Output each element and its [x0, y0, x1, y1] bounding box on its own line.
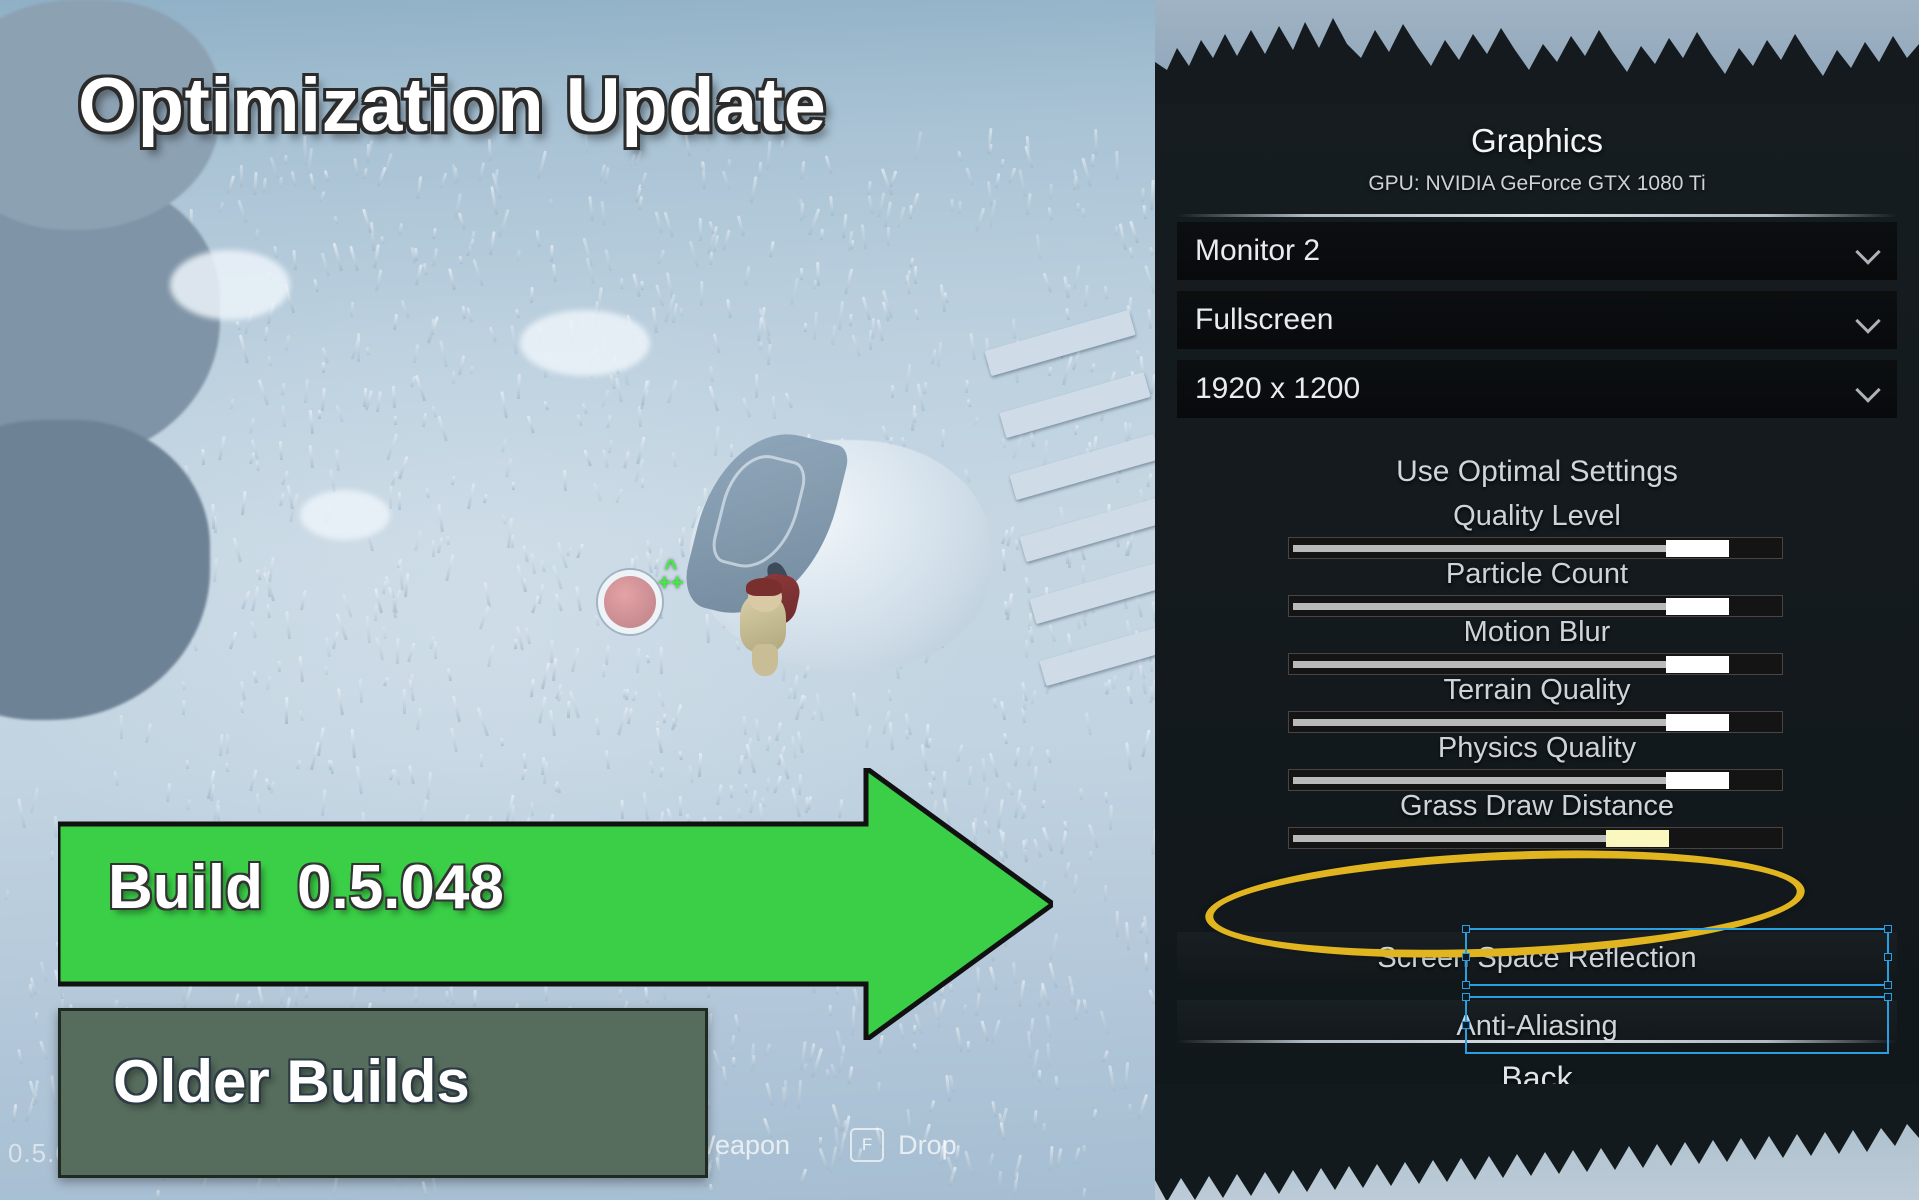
- chevron-down-icon: [1857, 378, 1879, 400]
- slider-label: Grass Draw Distance: [1400, 790, 1674, 822]
- graphics-settings-panel: Graphics GPU: NVIDIA GeForce GTX 1080 Ti…: [1155, 0, 1919, 1200]
- slider-fill: [1293, 603, 1666, 610]
- slider-fill: [1293, 661, 1666, 668]
- snow-patch: [170, 250, 290, 320]
- toggle-anti-aliasing[interactable]: Anti-Aliasing: [1177, 1000, 1897, 1052]
- slider-handle[interactable]: [1665, 714, 1729, 731]
- older-builds-label: Older Builds: [113, 1048, 470, 1115]
- build-number: 0.5.048: [296, 853, 504, 922]
- gpu-info: GPU: NVIDIA GeForce GTX 1080 Ti: [1368, 172, 1706, 195]
- build-label: Build 0.5.048: [108, 852, 504, 923]
- build-word: Build: [108, 853, 263, 922]
- slider-label: Quality Level: [1453, 500, 1621, 532]
- chevron-down-icon: [1857, 240, 1879, 262]
- slider-physics-quality[interactable]: Physics Quality: [1155, 732, 1919, 791]
- older-builds-button[interactable]: Older Builds: [58, 1008, 708, 1178]
- slider-quality-level[interactable]: Quality Level: [1155, 500, 1919, 559]
- slider-fill: [1293, 835, 1607, 842]
- dropdown-resolution-value: 1920 x 1200: [1195, 372, 1361, 405]
- slider-track[interactable]: [1288, 769, 1783, 791]
- slider-handle[interactable]: [1665, 772, 1729, 789]
- slider-label: Particle Count: [1445, 558, 1629, 590]
- slider-track[interactable]: [1288, 595, 1783, 617]
- slider-track[interactable]: [1288, 537, 1783, 559]
- divider-top: [1177, 214, 1897, 217]
- slider-fill: [1293, 719, 1666, 726]
- snow-patch: [300, 490, 390, 540]
- character-leg: [752, 644, 778, 676]
- snow-patch: [520, 310, 650, 376]
- page-title: Optimization Update: [78, 63, 827, 148]
- toggle-label: Anti-Aliasing: [1456, 1009, 1618, 1042]
- slider-handle[interactable]: [1665, 656, 1729, 673]
- dropdown-window-mode[interactable]: Fullscreen: [1177, 291, 1897, 349]
- slider-handle[interactable]: [1665, 540, 1729, 557]
- slider-label: Physics Quality: [1437, 732, 1637, 764]
- hud-hints: Weapon F Drop: [690, 1128, 957, 1162]
- slider-handle[interactable]: [1665, 598, 1729, 615]
- slider-grass-draw-distance[interactable]: Grass Draw Distance: [1155, 790, 1919, 849]
- slider-motion-blur[interactable]: Motion Blur: [1155, 616, 1919, 675]
- slider-label: Motion Blur: [1463, 616, 1611, 648]
- dropdown-window-mode-value: Fullscreen: [1195, 303, 1334, 336]
- character-hair: [746, 578, 782, 596]
- key-icon-f: F: [850, 1128, 885, 1162]
- slider-particle-count[interactable]: Particle Count: [1155, 558, 1919, 617]
- build-arrow-banner: Build 0.5.048: [58, 768, 1053, 1040]
- player-character: [726, 559, 803, 680]
- back-button[interactable]: Back: [1155, 1060, 1919, 1097]
- divider-bottom: [1177, 1040, 1897, 1043]
- dropdown-resolution[interactable]: 1920 x 1200: [1177, 360, 1897, 418]
- slider-terrain-quality[interactable]: Terrain Quality: [1155, 674, 1919, 733]
- dropdown-monitor[interactable]: Monitor 2: [1177, 222, 1897, 280]
- slider-handle[interactable]: [1606, 830, 1670, 847]
- panel-content: Graphics GPU: NVIDIA GeForce GTX 1080 Ti…: [1155, 0, 1919, 1200]
- slider-fill: [1293, 777, 1666, 784]
- hud-hint-label: Drop: [898, 1129, 957, 1160]
- slider-label: Terrain Quality: [1443, 674, 1631, 706]
- screenshot-root: ^ ++ Weapon F Drop 0.5.048 Optimization U…: [0, 0, 1919, 1200]
- hud-hint-drop: F Drop: [850, 1128, 957, 1162]
- chevron-down-icon: [1857, 309, 1879, 331]
- slider-fill: [1293, 545, 1666, 552]
- panel-title: Graphics: [1470, 122, 1604, 159]
- direction-indicator-icon: ^ ++: [658, 555, 684, 595]
- ground-item-pickup[interactable]: [598, 570, 662, 634]
- use-optimal-settings-button[interactable]: Use Optimal Settings: [1155, 455, 1919, 489]
- slider-track[interactable]: [1288, 827, 1783, 849]
- slider-track[interactable]: [1288, 711, 1783, 733]
- dropdown-monitor-value: Monitor 2: [1195, 234, 1321, 267]
- slider-track[interactable]: [1288, 653, 1783, 675]
